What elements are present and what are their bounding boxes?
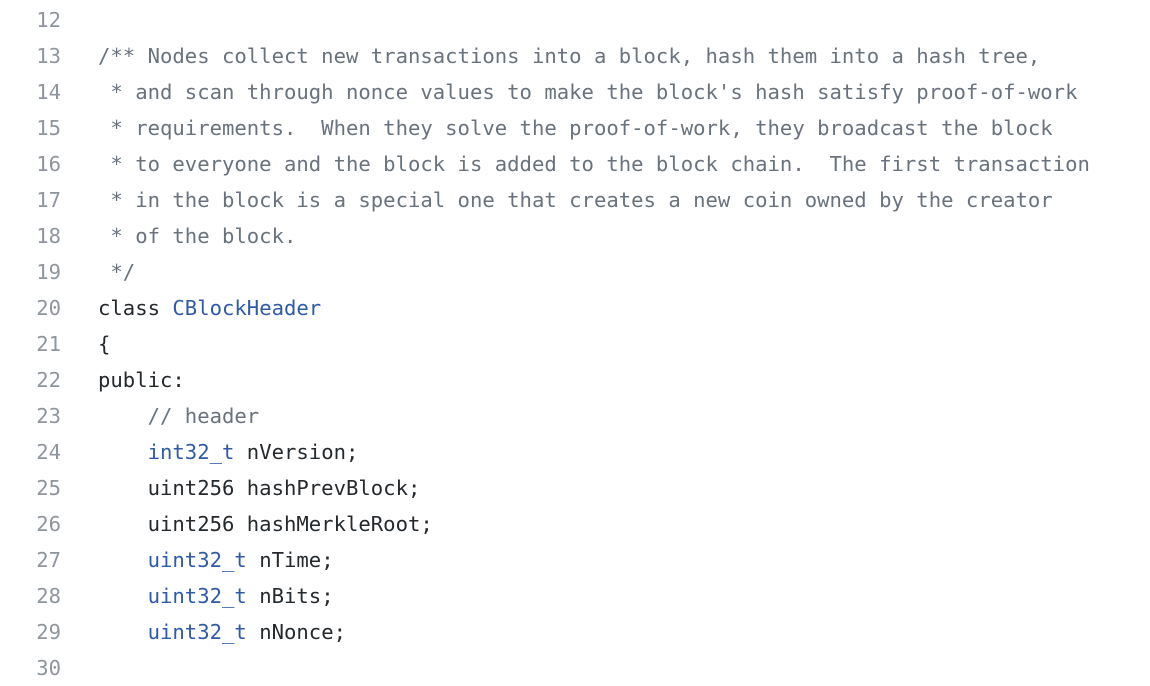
line-code: uint32_t nBits;	[98, 578, 334, 614]
code-line: 21 {	[0, 326, 1150, 362]
code-line: 12	[0, 2, 1150, 38]
code-line: 19 */	[0, 254, 1150, 290]
code-type-token: int32_t	[147, 440, 235, 464]
line-code: class CBlockHeader	[98, 290, 321, 326]
code-text: nNonce;	[246, 620, 347, 644]
code-line: 28 uint32_t nBits;	[0, 578, 1150, 614]
code-text: uint256 hashMerkleRoot;	[98, 512, 433, 536]
code-line: 23 // header	[0, 398, 1150, 434]
code-type-token: uint32_t	[147, 584, 247, 608]
code-line: 14 * and scan through nonce values to ma…	[0, 74, 1150, 110]
code-line: 15 * requirements. When they solve the p…	[0, 110, 1150, 146]
code-text: class	[98, 296, 173, 320]
code-text: nTime;	[246, 548, 334, 572]
line-code: /** Nodes collect new transactions into …	[98, 38, 1040, 74]
code-line: 17 * in the block is a special one that …	[0, 182, 1150, 218]
code-line: 16 * to everyone and the block is added …	[0, 146, 1150, 182]
code-comment: * in the block is a special one that cre…	[98, 188, 1053, 212]
line-code: * in the block is a special one that cre…	[98, 182, 1053, 218]
line-number: 13	[36, 44, 61, 68]
line-code: int32_t nVersion;	[98, 434, 359, 470]
line-code: uint32_t nTime;	[98, 542, 334, 578]
line-code: uint256 hashPrevBlock;	[98, 470, 421, 506]
line-number: 14	[36, 80, 61, 104]
code-comment: // header	[98, 404, 260, 428]
code-comment: * to everyone and the block is added to …	[98, 152, 1090, 176]
code-comment: * and scan through nonce values to make …	[98, 80, 1078, 104]
line-number: 16	[36, 152, 61, 176]
code-type-token: uint32_t	[147, 620, 247, 644]
code-line: 18 * of the block.	[0, 218, 1150, 254]
line-number: 21	[36, 332, 61, 356]
line-code: uint256 hashMerkleRoot;	[98, 506, 433, 542]
code-comment: /** Nodes collect new transactions into …	[98, 44, 1041, 68]
code-comment: * requirements. When they solve the proo…	[98, 116, 1053, 140]
line-code: uint32_t nNonce;	[98, 614, 346, 650]
code-line: 29 uint32_t nNonce;	[0, 614, 1150, 650]
code-type-token: CBlockHeader	[172, 296, 322, 320]
line-number: 24	[36, 440, 61, 464]
code-type-token: uint32_t	[147, 548, 247, 572]
code-text: public:	[98, 368, 185, 392]
code-line: 20 class CBlockHeader	[0, 290, 1150, 326]
line-code: * and scan through nonce values to make …	[98, 74, 1077, 110]
line-number: 17	[36, 188, 61, 212]
line-number: 29	[36, 620, 61, 644]
code-line: 26 uint256 hashMerkleRoot;	[0, 506, 1150, 542]
code-comment: * of the block.	[98, 224, 297, 248]
line-number: 27	[36, 548, 61, 572]
line-number: 22	[36, 368, 61, 392]
code-line: 25 uint256 hashPrevBlock;	[0, 470, 1150, 506]
code-line: 24 int32_t nVersion;	[0, 434, 1150, 470]
code-text: nBits;	[246, 584, 334, 608]
line-number: 18	[36, 224, 61, 248]
line-number: 19	[36, 260, 61, 284]
line-code: * requirements. When they solve the proo…	[98, 110, 1053, 146]
code-line: 27 uint32_t nTime;	[0, 542, 1150, 578]
line-code: public:	[98, 362, 185, 398]
line-number: 12	[36, 8, 61, 32]
code-line: 13 /** Nodes collect new transactions int…	[0, 38, 1150, 74]
line-number: 30	[36, 656, 61, 680]
code-line: 30	[0, 650, 1150, 686]
line-number: 20	[36, 296, 61, 320]
line-number: 26	[36, 512, 61, 536]
code-view: 12 13 /** Nodes collect new transactions i…	[0, 2, 1150, 686]
line-number: 15	[36, 116, 61, 140]
code-line: 22 public:	[0, 362, 1150, 398]
line-code: * to everyone and the block is added to …	[98, 146, 1090, 182]
line-number: 23	[36, 404, 61, 428]
line-code: // header	[98, 398, 260, 434]
line-number: 28	[36, 584, 61, 608]
line-number: 25	[36, 476, 61, 500]
code-text: uint256 hashPrevBlock;	[98, 476, 421, 500]
code-text: nVersion;	[234, 440, 359, 464]
line-code: */	[98, 254, 135, 290]
code-text: {	[98, 332, 111, 356]
line-code: {	[98, 326, 110, 362]
code-comment: */	[98, 260, 136, 284]
line-code: * of the block.	[98, 218, 296, 254]
